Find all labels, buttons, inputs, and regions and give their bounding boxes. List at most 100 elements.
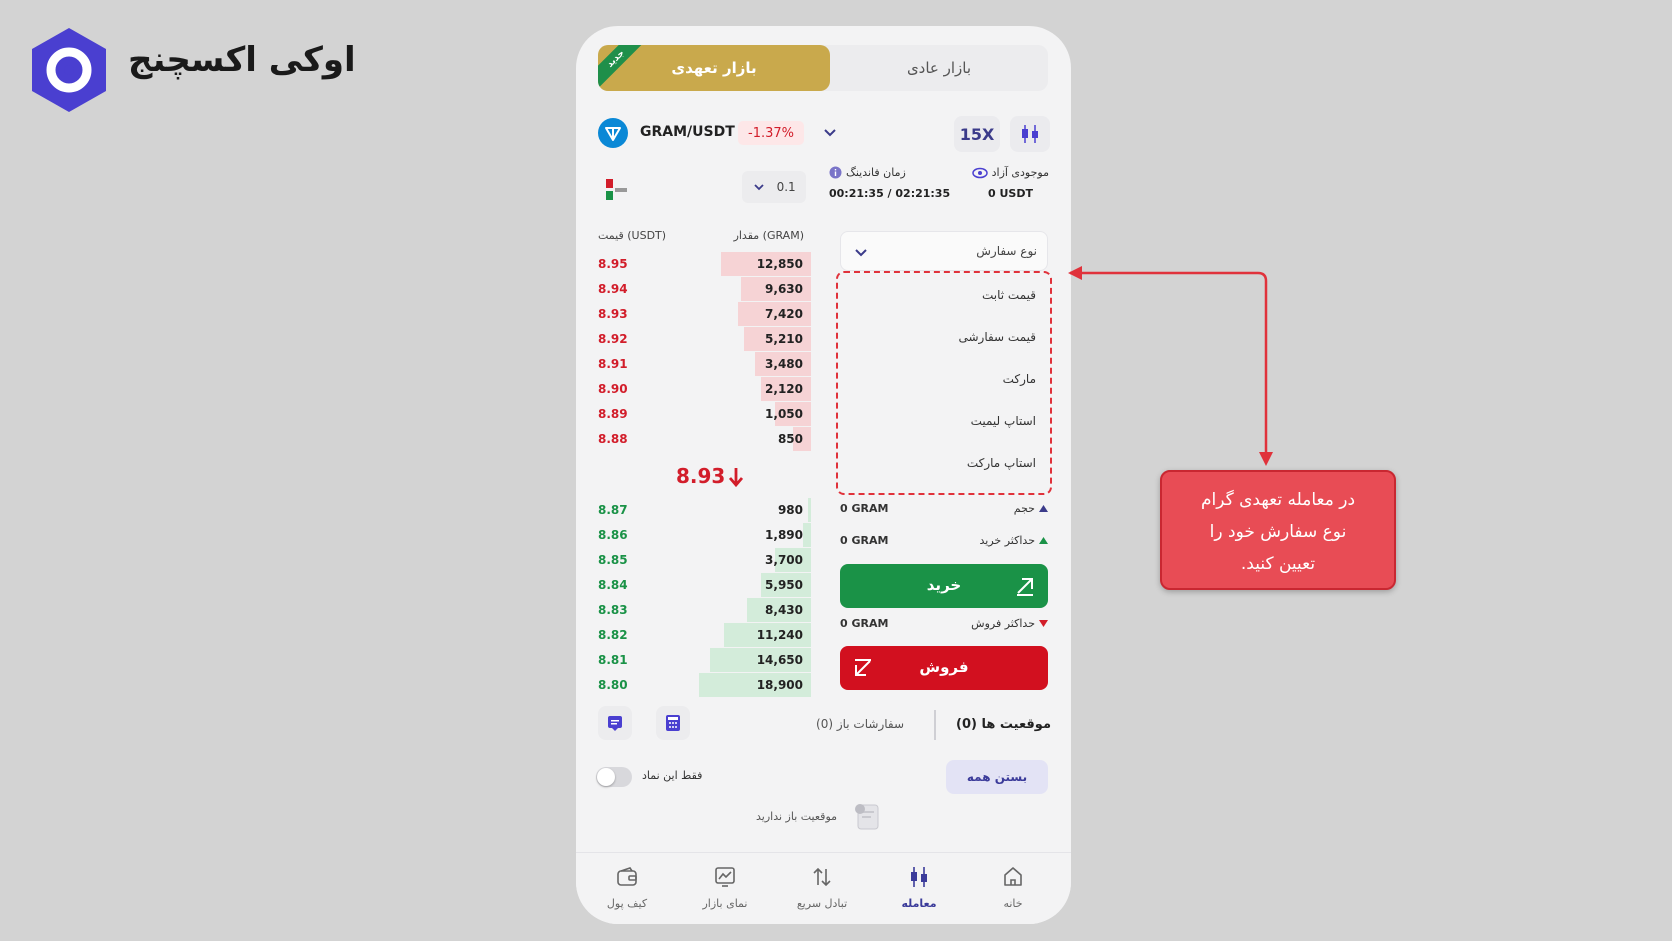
order-type-select[interactable]: نوع سفارش [840,231,1048,271]
callout-line-1: در معامله تعهدی گرام [1200,490,1356,510]
nav-swap-label: تبادل سریع [796,897,848,910]
row-price: 8.94 [598,282,628,296]
chevron-down-icon [855,249,867,257]
row-price: 8.88 [598,432,628,446]
order-type-option[interactable]: استاپ لیمیت [971,414,1036,428]
ask-row[interactable]: 8.92 5,210 [598,327,811,351]
candlestick-icon [911,867,927,887]
only-symbol-toggle[interactable] [596,767,632,787]
row-qty: 5,210 [765,332,803,346]
info-icon[interactable] [829,166,842,179]
note-icon [608,716,622,731]
sell-button[interactable]: فروش [840,646,1048,690]
bid-row[interactable]: 8.84 5,950 [598,573,811,597]
max-buy-row: 0 GRAM حداکثر خرید [840,532,1048,550]
tab-futures[interactable]: جدید بازار تعهدی [598,45,830,91]
precision-value: 0.1 [776,180,796,194]
max-sell-value: 0 GRAM [840,617,889,630]
ask-row[interactable]: 8.94 9,630 [598,277,811,301]
order-type-option[interactable]: مارکت [1003,372,1036,386]
leverage-button[interactable]: 15X [954,116,1000,152]
bid-row[interactable]: 8.83 8,430 [598,598,811,622]
nav-market[interactable]: نمای بازار [680,863,770,910]
order-type-option[interactable]: استاپ مارکت [967,456,1036,470]
max-buy-label: حداکثر خرید [979,534,1035,547]
order-type-option[interactable]: قیمت ثابت [982,288,1036,302]
chart-line-icon [715,867,735,887]
calculator-button[interactable] [656,706,690,740]
buy-button[interactable]: خرید [840,564,1048,608]
wallet-icon [617,867,637,886]
bid-row[interactable]: 8.85 3,700 [598,548,811,572]
free-balance-label-text: موجودی آزاد [991,166,1049,179]
tab-open-orders[interactable]: سفارشات باز (0) [816,717,904,731]
bid-row[interactable]: 8.86 1,890 [598,523,811,547]
nav-wallet[interactable]: کیف پول [582,863,672,910]
nav-home[interactable]: خانه [968,863,1058,910]
pair-name[interactable]: GRAM/USDT [640,124,735,140]
order-type-dropdown: قیمت ثابت قیمت سفارشی مارکت استاپ لیمیت … [836,271,1052,495]
row-qty: 12,850 [756,257,803,271]
ask-row[interactable]: 8.95 12,850 [598,252,811,276]
row-qty: 1,890 [765,528,803,542]
chevron-down-icon[interactable] [820,123,840,143]
funding-timer: 00:21:35 / 02:21:35 [829,187,951,200]
ask-row[interactable]: 8.91 3,480 [598,352,811,376]
empty-document-icon [855,804,879,830]
qty-header: مقدار (GRAM) [733,229,804,242]
row-price: 8.84 [598,578,628,592]
nav-trade-label: معامله [901,897,937,910]
order-type-option[interactable]: قیمت سفارشی [958,330,1036,344]
ask-row[interactable]: 8.88 850 [598,427,811,451]
tab-spot[interactable]: بازار عادی [830,45,1048,91]
notes-button[interactable] [598,706,632,740]
nav-wallet-label: کیف پول [606,897,648,910]
row-qty: 1,050 [765,407,803,421]
orderbook-view-icon[interactable] [598,176,636,206]
row-qty: 2,120 [765,382,803,396]
row-price: 8.82 [598,628,628,642]
bid-row[interactable]: 8.80 18,900 [598,673,811,697]
available-value: 0 GRAM [840,502,889,515]
row-qty: 18,900 [756,678,803,692]
row-price: 8.86 [598,528,628,542]
bid-row[interactable]: 8.87 980 [598,498,811,522]
ask-row[interactable]: 8.90 2,120 [598,377,811,401]
available-label: حجم [1013,502,1035,515]
tab-futures-label: بازار تعهدی [671,59,757,77]
swap-arrows-icon [813,867,831,887]
available-row: 0 GRAM حجم [840,500,1048,518]
ask-row[interactable]: 8.93 7,420 [598,302,811,326]
market-tabs: جدید بازار تعهدی بازار عادی [598,45,1048,91]
nav-market-label: نمای بازار [702,897,748,910]
tab-divider [934,710,936,740]
tab-spot-label: بازار عادی [906,59,972,77]
price-change-badge: -1.37% [738,121,804,145]
nav-trade[interactable]: معامله [874,863,964,910]
arrow-down-left-icon [855,659,871,676]
chart-button[interactable] [1010,116,1050,152]
candlestick-icon [1022,125,1038,143]
precision-select[interactable]: 0.1 [742,171,806,203]
nav-home-label: خانه [1003,897,1023,910]
ask-row[interactable]: 8.89 1,050 [598,402,811,426]
arrow-down-icon [728,468,744,488]
funding-label-text: زمان فاندینگ [846,166,906,179]
row-price: 8.92 [598,332,628,346]
callout-line-3: تعیین کنید. [1240,554,1316,574]
bid-row[interactable]: 8.81 14,650 [598,648,811,672]
row-price: 8.95 [598,257,628,271]
price-header: قیمت (USDT) [598,229,667,242]
close-all-button[interactable]: بستن همه [946,760,1048,794]
tab-positions[interactable]: موقعیت ها (0) [956,717,1051,732]
row-qty: 5,950 [765,578,803,592]
row-qty: 980 [777,503,803,517]
bid-row[interactable]: 8.82 11,240 [598,623,811,647]
nav-swap[interactable]: تبادل سریع [777,863,867,910]
row-qty: 7,420 [765,307,803,321]
row-price: 8.93 [598,307,628,321]
eye-icon[interactable] [971,167,988,179]
phone-screen: جدید بازار تعهدی بازار عادی GRAM/USDT -1… [576,26,1071,924]
depth-bar [808,498,811,522]
row-price: 8.89 [598,407,628,421]
